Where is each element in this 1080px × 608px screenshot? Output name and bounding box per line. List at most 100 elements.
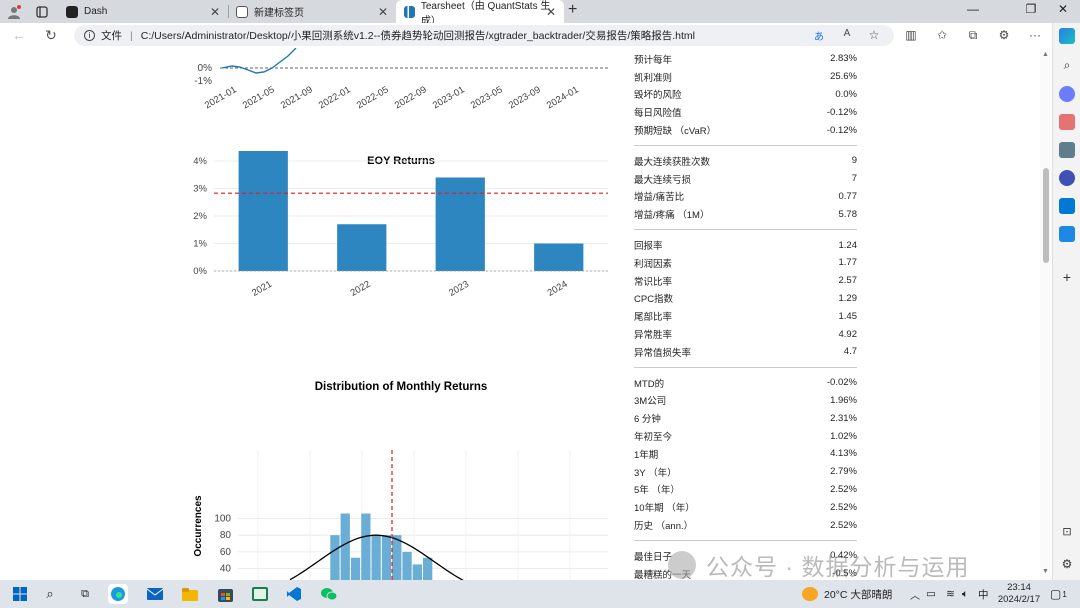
metric-label: 增益/痛苦比 xyxy=(634,192,685,204)
restore-icon[interactable]: ❐ xyxy=(1016,2,1046,16)
tab-dash[interactable]: Dash ✕ xyxy=(58,0,228,23)
metric-label: 常识比率 xyxy=(634,276,673,288)
tab-tearsheet[interactable]: Tearsheet（由 QuantStats 生成） ✕ xyxy=(396,0,564,27)
back-icon[interactable]: ← xyxy=(10,27,28,45)
split-screen-icon[interactable]: ▥ xyxy=(902,28,920,42)
microsoft365-icon[interactable] xyxy=(1059,170,1075,186)
store-icon[interactable] xyxy=(215,584,235,604)
metric-value: 5.78 xyxy=(838,208,858,220)
close-icon[interactable]: ✕ xyxy=(210,5,220,19)
favorite-star-icon[interactable]: ☆ xyxy=(865,28,883,42)
settings-gear-icon[interactable]: ⚙ xyxy=(1059,557,1075,573)
read-aloud-icon[interactable]: A xyxy=(838,28,856,39)
metric-value: -0.12% xyxy=(826,106,857,118)
weather-widget[interactable]: 20°C 大部晴朗 xyxy=(802,580,892,608)
eoy-returns-chart: EOY Returns 0%1%2%3%4%5% 202120222023202… xyxy=(193,151,608,299)
task-view-icon[interactable]: ⧉ xyxy=(75,584,95,604)
tab-label: Dash xyxy=(84,6,108,17)
notification-icon: ▢ xyxy=(1050,587,1062,601)
histogram-bar xyxy=(381,535,392,580)
windows-start-icon[interactable] xyxy=(10,584,30,604)
metric-row: 历史 （ann.） 2.52% xyxy=(634,516,857,534)
favorites-icon[interactable]: ✩ xyxy=(933,28,951,42)
add-icon[interactable]: + xyxy=(1059,269,1075,285)
extensions-icon[interactable]: ⚙ xyxy=(995,28,1013,42)
metric-label: 利润因素 xyxy=(634,258,673,270)
copilot-icon[interactable] xyxy=(1059,28,1075,44)
clock[interactable]: 23:14 2024/2/17 xyxy=(994,582,1044,606)
histogram-bar xyxy=(423,557,433,580)
shopping-icon[interactable] xyxy=(1059,86,1075,102)
mail-icon[interactable] xyxy=(145,584,165,604)
cumulative-returns-line xyxy=(221,48,297,74)
metric-label: 10年期 （年） xyxy=(634,503,695,515)
vscode-icon[interactable] xyxy=(284,584,304,604)
histogram-bar xyxy=(392,535,402,580)
terminal-icon[interactable] xyxy=(250,584,270,604)
tray-overflow-icon[interactable]: ︿ xyxy=(910,580,920,608)
battery-icon[interactable]: ▭ xyxy=(926,580,936,608)
metric-value: 7 xyxy=(851,173,857,185)
metric-value: 1.02% xyxy=(830,430,857,442)
file-explorer-icon[interactable] xyxy=(180,584,200,604)
games-icon[interactable] xyxy=(1059,142,1075,158)
url-field[interactable]: i 文件 | C:/Users/Administrator/Desktop/小果… xyxy=(74,25,894,46)
metric-row: 3M公司 1.96% xyxy=(634,392,857,410)
new-tab-button[interactable]: + xyxy=(568,1,577,19)
metrics-divider xyxy=(634,366,857,368)
profile-avatar-icon[interactable] xyxy=(4,2,24,21)
metrics-divider xyxy=(634,539,857,541)
ime-indicator[interactable]: 中 xyxy=(978,580,989,608)
wifi-icon[interactable]: ≋ xyxy=(946,580,955,608)
bars xyxy=(214,151,608,272)
ytick-label: 60 xyxy=(220,547,232,558)
edge-browser-icon[interactable] xyxy=(108,584,128,604)
metric-label: 最大连续亏损 xyxy=(634,174,692,186)
ytick-label: 1% xyxy=(193,239,207,250)
metric-value: 4.13% xyxy=(830,448,857,460)
search-icon[interactable]: ⌕ xyxy=(1059,58,1075,74)
outlook-icon[interactable] xyxy=(1059,198,1075,214)
tools-icon[interactable] xyxy=(1059,114,1075,130)
info-icon[interactable]: i xyxy=(84,30,95,41)
wechat-icon[interactable] xyxy=(319,584,339,604)
close-icon[interactable]: ✕ xyxy=(546,5,556,19)
metric-row: 利润因素 1.77 xyxy=(634,254,857,272)
collections-icon[interactable]: ⧉ xyxy=(964,28,982,43)
drop-icon[interactable] xyxy=(1059,226,1075,242)
scroll-up-icon[interactable]: ▲ xyxy=(1042,51,1049,58)
weather-text: 20°C 大部晴朗 xyxy=(824,588,893,601)
browser-sidebar: ⌕ + ⊡ ⚙ xyxy=(1052,23,1080,580)
volume-icon[interactable]: 🔈︎ xyxy=(962,580,968,608)
tab-actions-icon[interactable] xyxy=(32,2,52,21)
metric-value: 2.57 xyxy=(838,275,858,287)
more-icon[interactable]: ··· xyxy=(1026,28,1044,42)
metric-row: 年初至今 1.02% xyxy=(634,427,857,445)
notification-count: 1 xyxy=(1062,589,1067,599)
translate-icon[interactable]: あ xyxy=(810,28,828,43)
refresh-icon[interactable]: ↻ xyxy=(42,27,60,45)
metric-row: 预计每年 2.83% xyxy=(634,50,857,68)
scrollbar-thumb[interactable] xyxy=(1043,168,1049,263)
metric-value: 25.6% xyxy=(830,71,857,83)
url-text: C:/Users/Administrator/Desktop/小果回测系统v1.… xyxy=(140,30,696,42)
minimize-icon[interactable]: — xyxy=(958,2,988,16)
search-icon[interactable]: ⌕ xyxy=(40,584,60,604)
metric-value: 1.96% xyxy=(830,394,857,406)
metric-row: 最大连续亏损 7 xyxy=(634,170,857,188)
page-scrollbar[interactable]: ▲ ▼ xyxy=(1040,48,1052,580)
notification-center[interactable]: ▢ 1 xyxy=(1050,580,1067,608)
tab-new-tab[interactable]: 新建标签页 ✕ xyxy=(228,0,396,23)
close-icon[interactable]: ✕ xyxy=(378,5,388,19)
screenshot-icon[interactable]: ⊡ xyxy=(1059,525,1075,541)
metric-value: 2.52% xyxy=(830,483,857,495)
metric-row: CPC指数 1.29 xyxy=(634,290,857,308)
metric-row: 异常值损失率 4.7 xyxy=(634,343,857,361)
metric-row: MTD的 -0.02% xyxy=(634,374,857,392)
eoy-bar xyxy=(238,151,288,271)
scroll-down-icon[interactable]: ▼ xyxy=(1042,568,1049,575)
url-scheme-label: 文件 xyxy=(101,30,122,42)
eoy-bar xyxy=(435,177,485,271)
metric-value: -0.02% xyxy=(826,377,857,389)
window-close-icon[interactable]: ✕ xyxy=(1048,2,1078,16)
